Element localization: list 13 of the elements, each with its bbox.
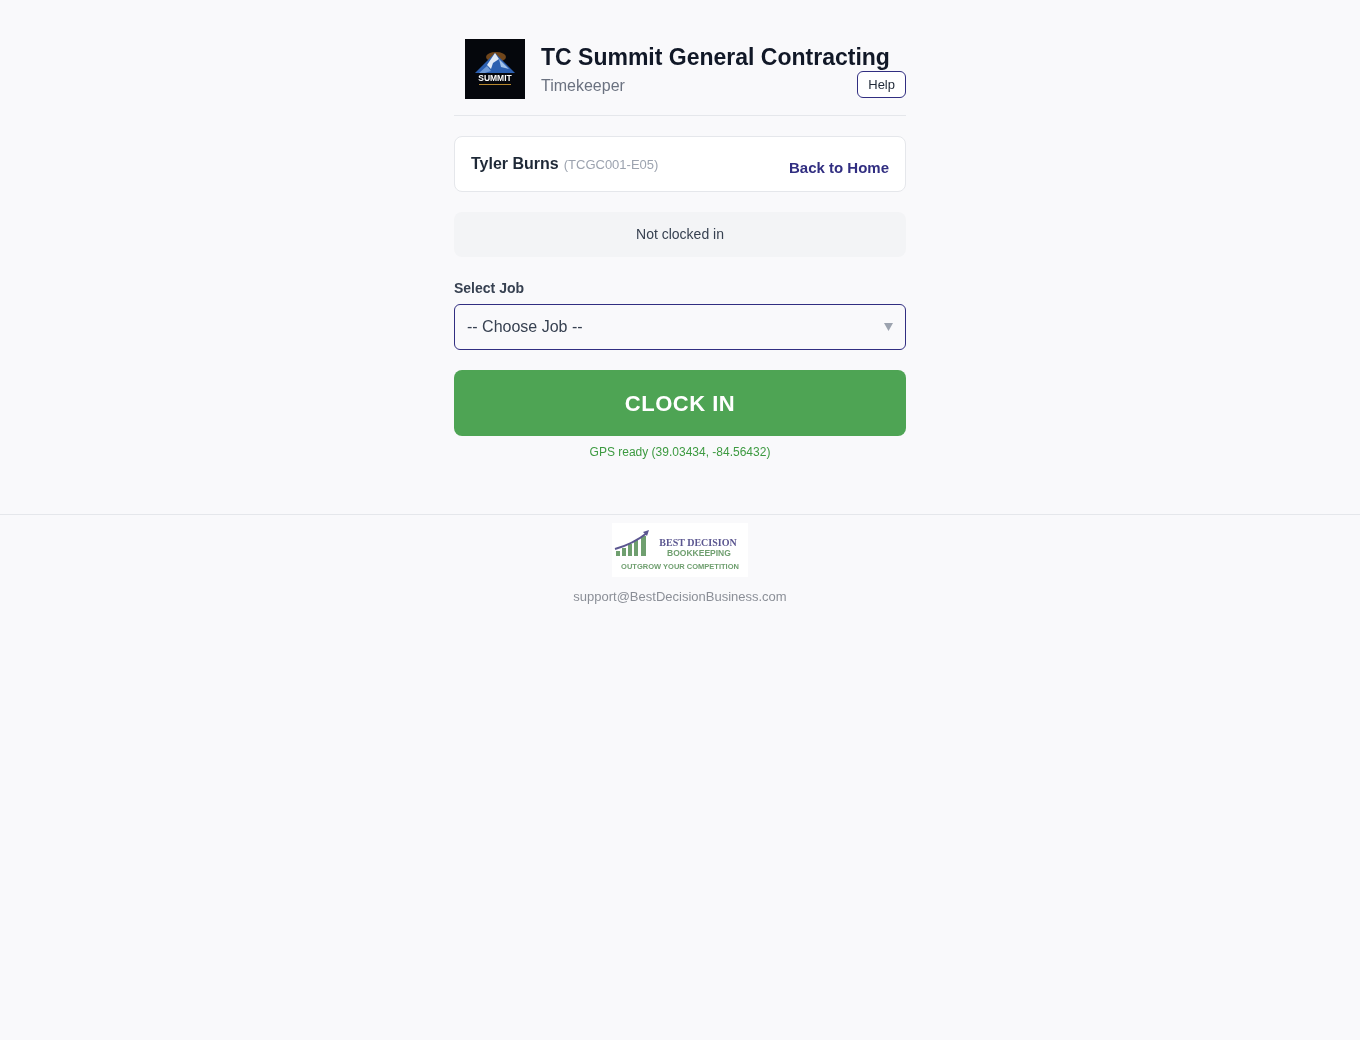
back-home-link[interactable]: Back to Home: [788, 156, 889, 180]
status-text: Not clocked in: [636, 225, 724, 244]
support-email: support@BestDecisionBusiness.com: [573, 588, 787, 606]
employee-code: (TCGC001-E05): [563, 156, 659, 174]
select-label: Select Job: [454, 279, 526, 298]
job-select[interactable]: -- Choose Job --: [454, 304, 906, 350]
company-title: TC Summit General Contracting: [541, 43, 891, 71]
caret-down-icon: [884, 323, 893, 331]
employee-name: Tyler Burns: [471, 154, 559, 174]
mountain-logo: SUMMIT: [465, 39, 525, 99]
help-button[interactable]: Help: [857, 71, 906, 98]
gps-status: GPS ready (39.03434, -84.56432): [588, 444, 772, 460]
app-subtitle: Timekeeper: [541, 76, 625, 96]
